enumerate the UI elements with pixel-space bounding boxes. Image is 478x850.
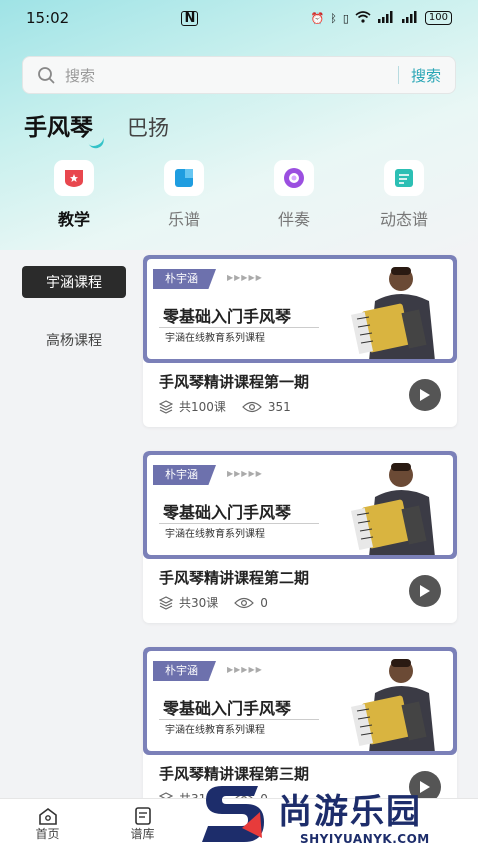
search-input[interactable]: 搜索 <box>65 65 398 86</box>
status-time: 15:02 <box>26 9 70 27</box>
banner-tag: 朴宇涵 <box>153 269 216 289</box>
alarm-icon: ⏰ <box>310 11 325 25</box>
signal-icon-2 <box>401 10 419 26</box>
watermark-url: SHYIYUANYK.COM <box>300 832 430 846</box>
signal-icon-1 <box>377 10 395 26</box>
banner-title: 零基础入门手风琴 <box>163 503 292 522</box>
library-icon <box>134 807 151 825</box>
sidebar-item-gaoyang[interactable]: 高杨课程 <box>22 324 126 356</box>
accordion-performer-image <box>350 463 435 555</box>
bluetooth-icon: ᛒ <box>330 11 337 25</box>
nfc-icon: N <box>181 10 199 26</box>
banner-subtitle: 宇涵在线教育系列课程 <box>165 333 265 344</box>
category-score[interactable]: 乐谱 <box>134 160 234 230</box>
course-banner: 朴宇涵 ▶▶▶▶▶ 零基础入门手风琴 宇涵在线教育系列课程 <box>143 647 457 755</box>
category-teaching[interactable]: 教学 <box>24 160 124 230</box>
banner-divider <box>159 327 319 328</box>
search-button[interactable]: 搜索 <box>411 65 441 86</box>
search-divider <box>397 66 399 84</box>
banner-subtitle: 宇涵在线教育系列课程 <box>165 529 265 540</box>
layers-icon <box>159 595 173 610</box>
search-bar[interactable]: 搜索 搜索 <box>22 56 456 94</box>
home-icon <box>38 808 57 825</box>
category-score-label: 乐谱 <box>167 210 200 229</box>
banner-arrows: ▶▶▶▶▶ <box>227 469 263 478</box>
banner-arrows: ▶▶▶▶▶ <box>227 273 263 282</box>
eye-icon <box>234 597 255 608</box>
accordion-performer-image <box>350 267 435 359</box>
view-count: 351 <box>267 399 291 414</box>
nav-library-label: 谱库 <box>130 827 155 841</box>
course-card[interactable]: 朴宇涵 ▶▶▶▶▶ 零基础入门手风琴 宇涵在线教育系列课程 <box>143 255 457 427</box>
tab-accordion-label: 手风琴 <box>24 115 93 141</box>
star-badge-icon <box>54 160 94 196</box>
course-sidebar: 宇涵课程 高杨课程 <box>22 266 126 382</box>
banner-title: 零基础入门手风琴 <box>163 307 292 326</box>
banner-divider <box>159 719 319 720</box>
status-bar: 15:02 N ⏰ ᛒ ▯ 100 <box>0 0 478 36</box>
nav-home-label: 首页 <box>35 827 60 841</box>
accompaniment-disc-icon <box>274 160 314 196</box>
accordion-performer-image <box>350 659 435 751</box>
course-meta: 共100课 351 <box>159 398 441 415</box>
dynamic-score-icon <box>384 160 424 196</box>
banner-divider <box>159 523 319 524</box>
eye-icon <box>242 401 262 412</box>
layers-icon <box>159 399 173 414</box>
category-accompaniment[interactable]: 伴奏 <box>244 160 344 230</box>
banner-tag: 朴宇涵 <box>153 661 216 681</box>
banner-arrows: ▶▶▶▶▶ <box>227 665 263 674</box>
course-title: 手风琴精讲课程第三期 <box>159 765 310 783</box>
play-button[interactable] <box>409 575 441 607</box>
lesson-count: 共100课 <box>179 400 226 414</box>
tab-bayan[interactable]: 巴扬 <box>127 112 169 142</box>
course-banner: 朴宇涵 ▶▶▶▶▶ 零基础入门手风琴 宇涵在线教育系列课程 <box>143 451 457 559</box>
category-dynamic-score-label: 动态谱 <box>379 210 428 229</box>
view-count: 0 <box>260 595 268 610</box>
course-banner: 朴宇涵 ▶▶▶▶▶ 零基础入门手风琴 宇涵在线教育系列课程 <box>143 255 457 363</box>
nav-home[interactable]: 首页 <box>0 799 95 850</box>
search-icon <box>38 67 55 84</box>
watermark-name: 尚游乐园 <box>278 792 422 832</box>
course-title: 手风琴精讲课程第二期 <box>159 569 310 587</box>
tab-accordion[interactable]: 手风琴 <box>24 108 107 151</box>
instrument-tabs: 手风琴 巴扬 <box>24 108 169 151</box>
play-button[interactable] <box>409 379 441 411</box>
status-icons: ⏰ ᛒ ▯ 100 <box>310 10 452 26</box>
wifi-icon <box>355 10 371 26</box>
course-title: 手风琴精讲课程第一期 <box>159 373 310 391</box>
score-icon <box>164 160 204 196</box>
category-accompaniment-label: 伴奏 <box>277 210 310 229</box>
course-list: 朴宇涵 ▶▶▶▶▶ 零基础入门手风琴 宇涵在线教育系列课程 手风琴精讲课程第一期… <box>143 255 457 843</box>
vibrate-icon: ▯ <box>342 11 349 25</box>
lesson-count: 共30课 <box>179 596 219 610</box>
category-row: 教学 乐谱 伴奏 动态谱 <box>24 160 454 230</box>
course-card[interactable]: 朴宇涵 ▶▶▶▶▶ 零基础入门手风琴 宇涵在线教育系列课程 <box>143 451 457 623</box>
banner-tag: 朴宇涵 <box>153 465 216 485</box>
watermark-logo <box>202 786 264 842</box>
banner-title: 零基础入门手风琴 <box>163 699 292 718</box>
battery-icon: 100 <box>424 11 452 25</box>
nav-library[interactable]: 谱库 <box>95 799 190 850</box>
banner-subtitle: 宇涵在线教育系列课程 <box>165 725 265 736</box>
play-icon <box>420 389 430 401</box>
course-meta: 共30课 0 <box>159 594 441 611</box>
category-teaching-label: 教学 <box>57 210 90 229</box>
site-watermark: 尚游乐园 SHYIYUANYK.COM <box>196 782 478 850</box>
play-icon <box>420 585 430 597</box>
category-dynamic-score[interactable]: 动态谱 <box>354 160 454 230</box>
sidebar-item-yuhan[interactable]: 宇涵课程 <box>22 266 126 298</box>
